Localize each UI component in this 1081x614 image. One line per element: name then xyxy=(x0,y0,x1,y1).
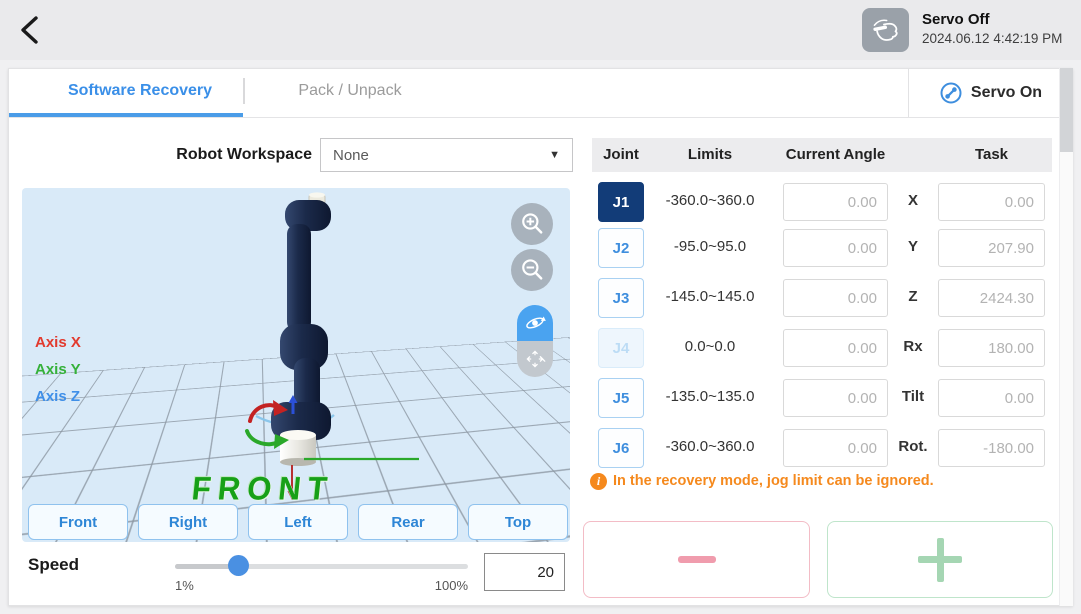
header-current-angle: Current Angle xyxy=(783,146,888,163)
view-mode-toggle xyxy=(517,305,553,377)
task-y-input[interactable] xyxy=(938,229,1045,267)
joint-j4-limits: 0.0~0.0 xyxy=(650,338,770,355)
speed-min-label: 1% xyxy=(175,578,194,593)
robot-workspace-dropdown[interactable]: None ▼ xyxy=(320,138,573,172)
view-right-button[interactable]: Right xyxy=(138,504,238,540)
hand-gesture-icon xyxy=(869,15,903,45)
header-limits: Limits xyxy=(650,146,770,163)
task-tilt-input[interactable] xyxy=(938,379,1045,417)
joint-j3-limits: -145.0~145.0 xyxy=(650,288,770,305)
servo-on-label: Servo On xyxy=(971,84,1042,102)
speed-label: Speed xyxy=(28,555,79,575)
status-timestamp: 2024.06.12 4:42:19 PM xyxy=(922,31,1062,46)
jog-minus-button[interactable] xyxy=(583,521,810,598)
tab-software-recovery[interactable]: Software Recovery xyxy=(30,82,250,100)
tab-row-divider xyxy=(8,117,1073,118)
task-x-label: X xyxy=(895,192,931,209)
zoom-out-button[interactable] xyxy=(511,249,553,291)
axis-x-label: Axis X xyxy=(35,334,81,351)
task-y-label: Y xyxy=(895,238,931,255)
task-tilt-label: Tilt xyxy=(895,388,931,405)
orbit-rotate-icon xyxy=(522,310,548,336)
magnifier-plus-icon xyxy=(517,209,547,239)
joint-table-header: Joint Limits Current Angle Task xyxy=(592,138,1052,172)
axis-z-label: Axis Z xyxy=(35,388,80,405)
joint-row-j3: J3 -145.0~145.0 Z xyxy=(592,278,1052,318)
pan-arrows-icon xyxy=(522,346,548,372)
axis-y-label: Axis Y xyxy=(35,361,81,378)
joint-j2-button[interactable]: J2 xyxy=(598,228,644,268)
servo-status-label: Servo Off xyxy=(922,11,990,28)
hand-guide-button[interactable] xyxy=(862,8,909,52)
joint-row-j4: J4 0.0~0.0 Rx xyxy=(592,328,1052,368)
joint-j5-button[interactable]: J5 xyxy=(598,378,644,418)
zoom-in-button[interactable] xyxy=(511,203,553,245)
tab-pack-unpack[interactable]: Pack / Unpack xyxy=(255,82,445,100)
joint-j5-limits: -135.0~135.0 xyxy=(650,388,770,405)
joint-j1-limits: -360.0~360.0 xyxy=(650,192,770,209)
joint-j1-button[interactable]: J1 xyxy=(598,182,644,222)
plus-icon xyxy=(917,537,963,583)
joint-j5-current-angle-input[interactable] xyxy=(783,379,888,417)
robot-3d-viewport[interactable]: Axis X Axis Y Axis Z FRONT xyxy=(22,188,570,542)
speed-value-input[interactable] xyxy=(484,553,565,591)
joint-j6-current-angle-input[interactable] xyxy=(783,429,888,467)
speed-max-label: 100% xyxy=(420,578,468,593)
joint-j2-limits: -95.0~95.0 xyxy=(650,238,770,255)
joint-row-j6: J6 -360.0~360.0 Rot. xyxy=(592,428,1052,468)
servo-link-icon xyxy=(939,81,963,105)
joint-j6-limits: -360.0~360.0 xyxy=(650,438,770,455)
joint-row-j2: J2 -95.0~95.0 Y xyxy=(592,228,1052,268)
front-orientation-label: FRONT xyxy=(190,470,336,508)
header-joint: Joint xyxy=(598,146,644,163)
speed-slider-fill xyxy=(175,564,235,569)
view-top-button[interactable]: Top xyxy=(468,504,568,540)
recovery-mode-notice: In the recovery mode, jog limit can be i… xyxy=(613,473,934,489)
joint-j4-button[interactable]: J4 xyxy=(598,328,644,368)
workspace-selected-value: None xyxy=(321,147,549,164)
robot-workspace-label: Robot Workspace xyxy=(140,146,312,164)
task-z-input[interactable] xyxy=(938,279,1045,317)
task-rx-input[interactable] xyxy=(938,329,1045,367)
task-x-input[interactable] xyxy=(938,183,1045,221)
servo-on-button[interactable]: Servo On xyxy=(909,69,1072,117)
back-button[interactable] xyxy=(14,13,48,47)
task-rot-label: Rot. xyxy=(895,438,931,455)
task-rot-input[interactable] xyxy=(938,429,1045,467)
task-rx-label: Rx xyxy=(895,338,931,355)
header-task: Task xyxy=(938,146,1045,163)
jog-plus-button[interactable] xyxy=(827,521,1053,598)
joint-j3-current-angle-input[interactable] xyxy=(783,279,888,317)
view-left-button[interactable]: Left xyxy=(248,504,348,540)
top-bar xyxy=(0,0,1081,60)
grid-floor xyxy=(22,188,570,389)
view-rear-button[interactable]: Rear xyxy=(358,504,458,540)
task-z-label: Z xyxy=(895,288,931,305)
scrollbar-thumb[interactable] xyxy=(1060,68,1073,152)
dropdown-caret-icon: ▼ xyxy=(549,149,572,161)
view-front-button[interactable]: Front xyxy=(28,504,128,540)
tab-separator xyxy=(243,78,245,104)
joint-row-j1: J1 -360.0~360.0 X xyxy=(592,182,1052,222)
joint-j6-button[interactable]: J6 xyxy=(598,428,644,468)
joint-j2-current-angle-input[interactable] xyxy=(783,229,888,267)
chevron-left-icon xyxy=(14,13,48,47)
info-icon: i xyxy=(590,473,607,490)
joint-j1-current-angle-input[interactable] xyxy=(783,183,888,221)
magnifier-minus-icon xyxy=(517,255,547,285)
joint-j4-current-angle-input[interactable] xyxy=(783,329,888,367)
joint-j3-button[interactable]: J3 xyxy=(598,278,644,318)
speed-slider-thumb[interactable] xyxy=(228,555,249,576)
minus-icon xyxy=(678,556,716,563)
joint-row-j5: J5 -135.0~135.0 Tilt xyxy=(592,378,1052,418)
rotate-view-button[interactable] xyxy=(517,305,553,341)
active-tab-underline xyxy=(9,113,243,117)
pan-view-button[interactable] xyxy=(517,341,553,377)
